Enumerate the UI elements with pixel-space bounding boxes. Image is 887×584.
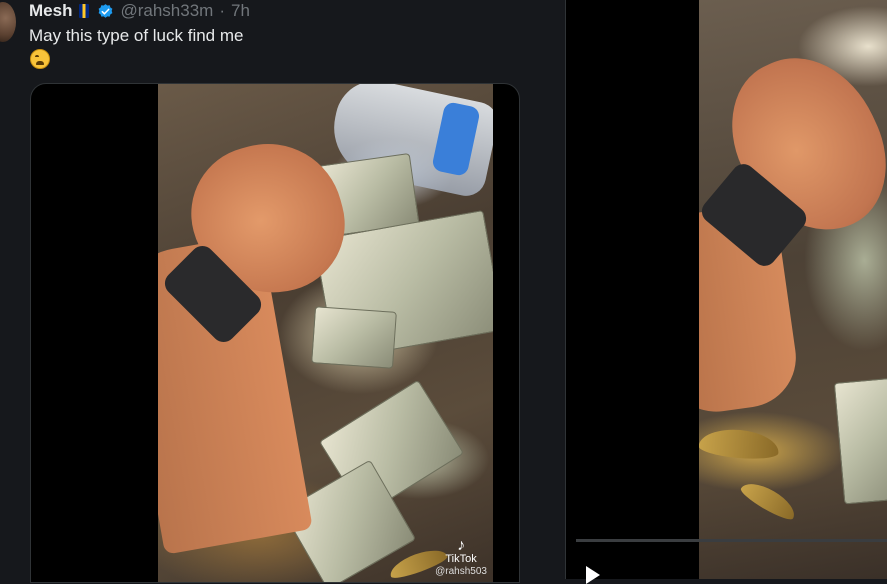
video-progress-bar[interactable] xyxy=(576,539,887,542)
post-header: Mesh @rahsh33m · 7h xyxy=(29,1,250,21)
video-player-panel[interactable] xyxy=(566,0,887,584)
money-bill xyxy=(833,377,887,505)
post-time[interactable]: 7h xyxy=(231,1,250,21)
dry-leaf xyxy=(738,476,800,524)
tiktok-icon: ♪ xyxy=(457,537,466,554)
avatar[interactable] xyxy=(0,2,16,42)
post-panel: Mesh @rahsh33m · 7h May this type of luc… xyxy=(0,0,565,583)
video-frame[interactable]: ♪ TikTok @rahsh503 xyxy=(158,84,493,582)
verified-badge-icon xyxy=(99,3,113,18)
tiktok-handle: @rahsh503 xyxy=(435,566,487,577)
enlarged-video-frame[interactable] xyxy=(699,0,887,579)
post-text: May this type of luck find me xyxy=(29,26,244,45)
play-icon[interactable] xyxy=(586,566,600,584)
tiktok-brand: TikTok xyxy=(445,553,477,565)
tiktok-watermark: ♪ TikTok @rahsh503 xyxy=(435,537,487,578)
money-bill xyxy=(311,306,397,369)
display-name[interactable]: Mesh xyxy=(29,1,72,21)
separator-dot: · xyxy=(219,1,225,20)
weary-face-emoji-icon xyxy=(30,49,50,69)
barbados-flag-icon xyxy=(79,4,90,18)
user-handle[interactable]: @rahsh33m xyxy=(120,1,213,21)
post-media[interactable]: ♪ TikTok @rahsh503 xyxy=(30,83,520,583)
dry-leaf xyxy=(699,426,781,462)
